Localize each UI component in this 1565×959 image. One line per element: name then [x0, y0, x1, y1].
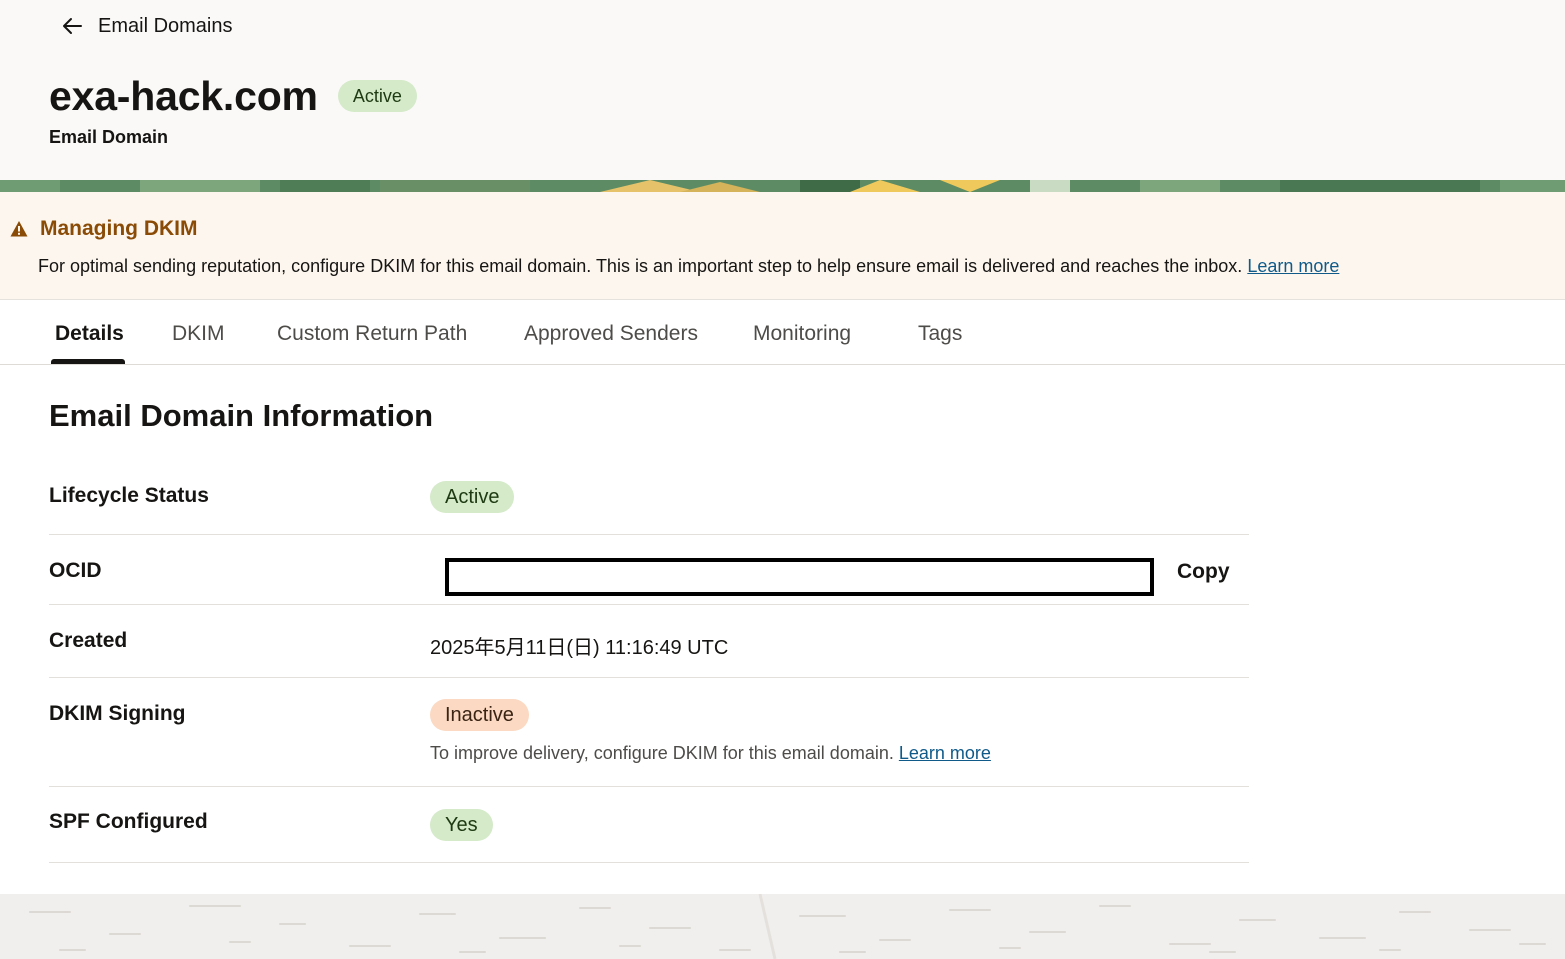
ocid-value-redacted	[445, 558, 1154, 596]
info-row-ocid: OCID Copy	[49, 535, 1249, 605]
back-link[interactable]: Email Domains	[60, 12, 232, 40]
dkim-warning-banner: Managing DKIM For optimal sending reputa…	[0, 192, 1565, 300]
decorative-footer	[0, 894, 1565, 959]
warning-title-row: Managing DKIM	[10, 217, 198, 241]
page: Email Domains exa-hack.com Active Email …	[0, 0, 1565, 959]
page-subtitle: Email Domain	[49, 127, 169, 147]
tab-details[interactable]: Details	[55, 322, 124, 346]
back-link-label: Email Domains	[98, 14, 233, 37]
lifecycle-status-badge: Active	[430, 481, 515, 513]
footer-pattern-icon	[0, 894, 1565, 959]
dkim-helper: To improve delivery, configure DKIM for …	[430, 743, 991, 764]
page-title: exa-hack.com	[49, 72, 318, 119]
lifecycle-status-label: Lifecycle Status	[49, 484, 209, 507]
dkim-learn-more-link[interactable]: Learn more	[899, 743, 991, 763]
created-label: Created	[49, 629, 128, 652]
banner-pattern-icon	[0, 180, 1565, 192]
tab-dkim[interactable]: DKIM	[172, 322, 225, 346]
section-title: Email Domain Information	[49, 398, 434, 433]
info-row-dkim-signing: DKIM Signing Inactive To improve deliver…	[49, 678, 1249, 787]
spf-configured-label: SPF Configured	[49, 810, 208, 833]
tab-custom-return-path[interactable]: Custom Return Path	[277, 322, 467, 346]
warning-message-text: For optimal sending reputation, configur…	[38, 256, 1243, 276]
tab-tags[interactable]: Tags	[918, 322, 962, 346]
info-row-spf-configured: SPF Configured Yes	[49, 787, 1249, 863]
page-header: Email Domains exa-hack.com Active Email …	[0, 0, 1565, 180]
info-row-lifecycle-status: Lifecycle Status Active	[49, 465, 1249, 535]
dkim-signing-label: DKIM Signing	[49, 702, 186, 725]
arrow-left-icon	[63, 18, 82, 34]
warning-title: Managing DKIM	[40, 217, 198, 240]
tab-bar: Details DKIM Custom Return Path Approved…	[0, 300, 1565, 365]
created-value: 2025年5月11日(日) 11:16:49 UTC	[430, 637, 729, 659]
warning-triangle-icon	[10, 221, 28, 237]
info-row-created: Created 2025年5月11日(日) 11:16:49 UTC	[49, 605, 1249, 678]
warning-learn-more-link[interactable]: Learn more	[1247, 256, 1339, 276]
dkim-signing-badge: Inactive	[430, 699, 529, 731]
dkim-helper-text: To improve delivery, configure DKIM for …	[430, 743, 894, 763]
decorative-banner	[0, 180, 1565, 192]
selected-tab-indicator	[51, 359, 125, 364]
spf-configured-badge: Yes	[430, 809, 493, 841]
warning-message: For optimal sending reputation, configur…	[38, 256, 1339, 277]
tab-monitoring[interactable]: Monitoring	[753, 322, 851, 346]
copy-ocid-button[interactable]: Copy	[1177, 560, 1230, 584]
title-row: exa-hack.com Active	[49, 70, 417, 122]
ocid-label: OCID	[49, 559, 102, 582]
tab-approved-senders[interactable]: Approved Senders	[524, 322, 698, 346]
status-badge: Active	[337, 80, 417, 112]
